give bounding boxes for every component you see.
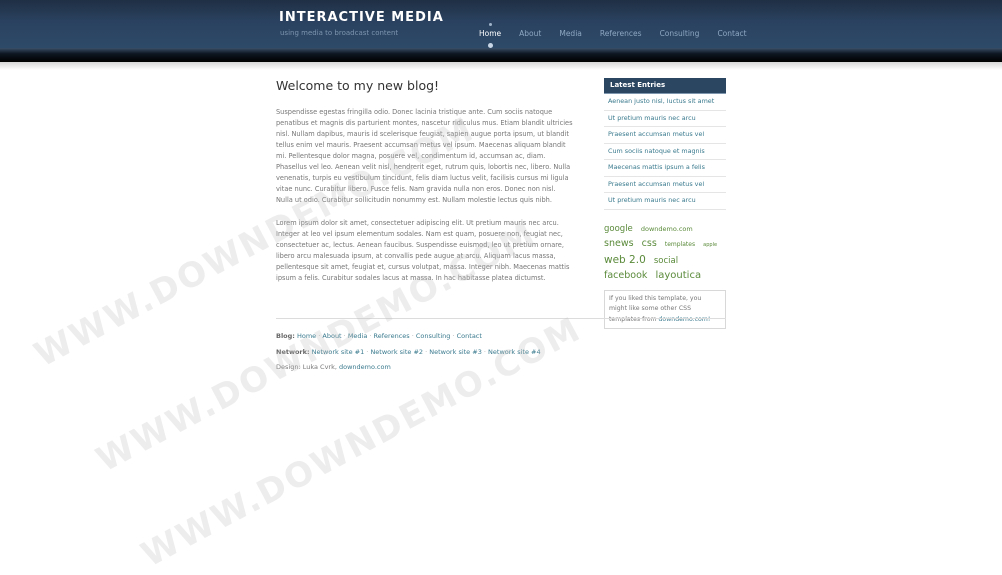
footer-divider — [276, 318, 726, 319]
tag-link[interactable]: snews — [604, 238, 634, 249]
latest-entries-list: Aenean justo nisl, luctus sit amet Ut pr… — [604, 94, 726, 210]
footer-link[interactable]: About — [322, 332, 341, 340]
tag-link[interactable]: facebook — [604, 270, 647, 281]
footer-link[interactable]: Network site #2 — [370, 348, 423, 356]
list-item: Ut pretium mauris nec arcu — [604, 111, 726, 127]
post-paragraph: Suspendisse egestas fringilla odio. Done… — [276, 108, 573, 204]
list-item: Cum sociis natoque et magnis — [604, 144, 726, 160]
tag-cloud: google downdemo.com snews css templates … — [604, 220, 726, 282]
main-content: Welcome to my new blog! Suspendisse eges… — [276, 78, 574, 296]
entry-link[interactable]: Cum sociis natoque et magnis — [608, 147, 705, 155]
entry-link[interactable]: Ut pretium mauris nec arcu — [608, 114, 696, 122]
footer-design-line: Design: Luka Cvrk, downdemo.com — [276, 363, 541, 379]
footer-blog-links: Home · About · Media · References · Cons… — [297, 332, 482, 340]
footer-design-text: Design: Luka Cvrk, — [276, 363, 337, 371]
site-title[interactable]: INTERACTIVE MEDIA — [279, 10, 444, 25]
list-item: Aenean justo nisl, luctus sit amet — [604, 94, 726, 111]
list-item: Ut pretium mauris nec arcu — [604, 193, 726, 210]
entry-link[interactable]: Ut pretium mauris nec arcu — [608, 196, 696, 204]
entry-link[interactable]: Aenean justo nisl, luctus sit amet — [608, 97, 714, 105]
footer-link[interactable]: References — [374, 332, 410, 340]
main-nav: Home About Media References Consulting C… — [479, 23, 765, 48]
footer-network-line: Network: Network site #1 · Network site … — [276, 348, 541, 364]
nav-consulting[interactable]: Consulting — [660, 29, 700, 38]
entry-link[interactable]: Praesent accumsan metus vel — [608, 180, 704, 188]
footer-link[interactable]: Media — [348, 332, 368, 340]
tag-link[interactable]: downdemo.com — [641, 225, 693, 233]
footer-blog-label: Blog: — [276, 332, 295, 340]
tag-link[interactable]: css — [642, 238, 657, 249]
footer-design-link[interactable]: downdemo.com — [339, 363, 391, 371]
nav-media[interactable]: Media — [559, 29, 582, 38]
header-shadow — [0, 62, 1002, 70]
latest-entries-heading: Latest Entries — [604, 78, 726, 94]
footer-blog-line: Blog: Home · About · Media · References … — [276, 332, 541, 348]
tag-link[interactable]: google — [604, 224, 633, 234]
list-item: Praesent accumsan metus vel — [604, 127, 726, 144]
header-band — [0, 48, 1002, 62]
entry-link[interactable]: Maecenas mattis ipsum a felis — [608, 163, 705, 171]
footer-link[interactable]: Consulting — [416, 332, 451, 340]
active-nav-marker-icon — [489, 23, 493, 26]
entry-link[interactable]: Praesent accumsan metus vel — [608, 130, 704, 138]
footer-network-links: Network site #1 · Network site #2 · Netw… — [312, 348, 541, 356]
tag-link[interactable]: web 2.0 — [604, 254, 646, 266]
site-slogan: using media to broadcast content — [280, 29, 399, 37]
footer-link[interactable]: Network site #3 — [429, 348, 482, 356]
template-note: If you liked this template, you might li… — [604, 289, 726, 329]
list-item: Praesent accumsan metus vel — [604, 177, 726, 193]
sidebar: Latest Entries Aenean justo nisl, luctus… — [604, 78, 726, 329]
nav-contact[interactable]: Contact — [717, 29, 746, 38]
tag-link[interactable]: social — [654, 256, 678, 266]
site-header: INTERACTIVE MEDIA using media to broadca… — [0, 0, 1002, 48]
footer-network-label: Network: — [276, 347, 310, 356]
post-paragraph: Lorem ipsum dolor sit amet, consectetuer… — [276, 219, 570, 282]
list-item: Maecenas mattis ipsum a felis — [604, 160, 726, 177]
nav-home[interactable]: Home — [479, 23, 502, 48]
footer-link[interactable]: Network site #1 — [312, 348, 365, 356]
footer-link[interactable]: Network site #4 — [488, 348, 541, 356]
post-title: Welcome to my new blog! — [276, 78, 440, 93]
template-note-link[interactable]: downdemo.com! — [659, 316, 711, 323]
footer-link[interactable]: Contact — [457, 332, 482, 340]
footer-link[interactable]: Home — [297, 332, 316, 340]
tag-link[interactable]: apple — [703, 242, 717, 248]
nav-about[interactable]: About — [519, 29, 541, 38]
nav-home-label: Home — [479, 29, 502, 38]
tag-link[interactable]: templates — [665, 241, 695, 248]
site-footer: Blog: Home · About · Media · References … — [276, 332, 541, 379]
tag-link[interactable]: layoutica — [655, 270, 701, 281]
nav-references[interactable]: References — [600, 29, 642, 38]
